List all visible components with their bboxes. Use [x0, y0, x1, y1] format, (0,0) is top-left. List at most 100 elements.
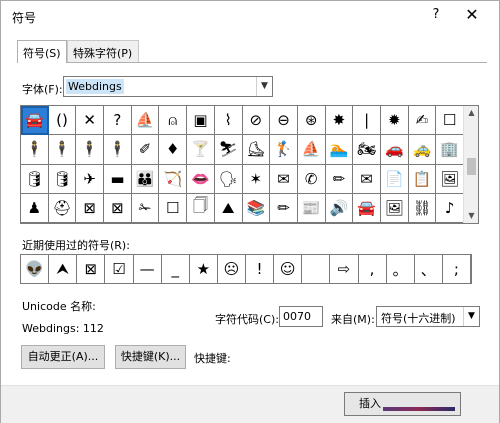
symbol-cell[interactable]: ⛑ — [48, 193, 77, 223]
symbol-cell[interactable]: 🏍 — [353, 135, 381, 165]
symbol-cell[interactable]: () — [48, 106, 77, 136]
scroll-down-icon[interactable]: ▼ — [464, 209, 479, 223]
font-select[interactable]: Webdings ▼ — [63, 76, 273, 97]
symbol-cell[interactable]: 🏹 — [159, 164, 188, 194]
close-button[interactable]: ✕ — [461, 5, 483, 25]
symbol-cell[interactable]: ✕ — [76, 106, 105, 136]
symbol-cell[interactable]: ▬ — [104, 164, 132, 194]
symbol-cell[interactable]: ♟ — [21, 193, 49, 223]
symbol-cell[interactable]: 📄 — [380, 164, 409, 194]
recent-symbol-cell[interactable]: ☹ — [218, 255, 246, 283]
chevron-down-icon[interactable]: ▼ — [256, 77, 272, 96]
symbol-cell[interactable]: ⊠ — [104, 193, 132, 223]
char-code-input[interactable]: 0070 — [279, 306, 323, 327]
recent-symbol-cell[interactable]: — — [134, 255, 162, 283]
symbol-cell[interactable]: ☐ — [159, 193, 188, 223]
recent-symbol-cell[interactable]: ⊠ — [77, 255, 106, 283]
symbol-cell[interactable]: 🗣 — [214, 164, 243, 194]
symbol-cell[interactable]: 👪 — [131, 164, 160, 194]
scroll-up-icon[interactable]: ▲ — [464, 106, 479, 120]
tab-symbols[interactable]: 符号(S) — [17, 40, 67, 63]
symbol-cell[interactable]: ⛵ — [297, 135, 326, 165]
symbol-cell[interactable]: ⛵ — [131, 106, 160, 136]
from-select[interactable]: 符号(十六进制) ▼ — [376, 306, 480, 327]
recent-symbol-cell[interactable] — [302, 255, 331, 283]
help-button[interactable]: ? — [427, 5, 445, 25]
symbol-cell[interactable]: ✶ — [242, 164, 271, 194]
symbol-cell[interactable]: ▣ — [187, 106, 215, 136]
symbol-cell[interactable]: 🚗 — [380, 135, 409, 165]
recent-symbol-cell[interactable]: ⇨ — [330, 255, 359, 283]
symbol-cell[interactable]: 🔊 — [325, 193, 354, 223]
insert-button-label: 插入 — [359, 397, 381, 410]
symbol-cell[interactable]: 🚘 — [21, 106, 49, 136]
recent-symbol-cell[interactable]: ☺ — [274, 255, 303, 283]
recent-symbol-cell[interactable]: ! — [246, 255, 275, 283]
symbol-cell[interactable]: ♦ — [159, 135, 188, 165]
symbol-cell[interactable]: ⊘ — [242, 106, 271, 136]
recent-symbol-cell[interactable]: ☑ — [105, 255, 134, 283]
symbol-cell[interactable]: 🚘 — [353, 193, 381, 223]
recent-symbol-cell[interactable]: , — [359, 255, 387, 283]
symbol-cell[interactable]: 📋 — [408, 164, 437, 194]
symbol-cell[interactable]: ⌇ — [214, 106, 243, 136]
symbol-cell[interactable]: 🗍 — [187, 193, 215, 223]
symbol-cell[interactable]: 🕴 — [21, 135, 49, 165]
symbol-cell[interactable]: ✈ — [76, 164, 105, 194]
symbol-cell[interactable]: 🏊 — [325, 135, 354, 165]
symbol-cell[interactable]: 🚕 — [408, 135, 437, 165]
symbol-cell[interactable]: ⊛ — [297, 106, 326, 136]
recent-symbol-cell[interactable]: 、 — [415, 255, 443, 283]
symbol-cell[interactable]: ⊠ — [76, 193, 105, 223]
symbol-cell[interactable]: ✐ — [131, 135, 160, 165]
symbol-cell[interactable]: ⍝ — [159, 106, 188, 136]
from-label: 来自(M): — [331, 313, 375, 326]
symbol-cell[interactable]: ✆ — [297, 164, 326, 194]
recent-symbol-cell[interactable]: ★ — [190, 255, 218, 283]
autocorrect-button[interactable]: 自动更正(A)... — [21, 345, 105, 369]
symbol-cell[interactable]: 🕴 — [104, 135, 132, 165]
symbol-cell[interactable]: 🛢 — [48, 164, 77, 194]
recent-symbol-cell[interactable]: 👽 — [21, 255, 50, 283]
recent-symbol-cell[interactable]: ⮝ — [49, 255, 78, 283]
symbol-cell[interactable]: 🖼 — [380, 193, 409, 223]
symbol-cell[interactable]: ⛰ — [214, 193, 243, 223]
symbol-cell[interactable]: ⛸ — [242, 135, 271, 165]
symbol-cell[interactable]: ⊖ — [270, 106, 298, 136]
recent-symbol-cell[interactable]: 。 — [387, 255, 415, 283]
shortcut-key-button[interactable]: 快捷键(K)... — [115, 345, 186, 369]
symbol-grid-scrollbar[interactable]: ▲ ▼ — [463, 106, 478, 223]
chevron-down-icon[interactable]: ▼ — [463, 307, 479, 326]
symbol-cell[interactable]: ✏ — [325, 164, 354, 194]
symbol-cell[interactable]: 🏢 — [436, 135, 464, 165]
symbol-cell[interactable]: 🏌 — [270, 135, 298, 165]
char-code-label: 字符代码(C): — [215, 313, 279, 326]
recent-symbol-cell[interactable]: _ — [162, 255, 190, 283]
symbol-cell[interactable]: ✁ — [131, 193, 160, 223]
symbol-cell[interactable]: ✍ — [408, 106, 437, 136]
symbol-cell[interactable]: 👄 — [187, 164, 215, 194]
symbol-cell[interactable]: 🛢 — [21, 164, 49, 194]
symbol-cell[interactable]: 🍸 — [187, 135, 215, 165]
recent-symbol-cell[interactable]: ; — [443, 255, 471, 283]
symbol-cell[interactable]: 🖼 — [436, 164, 464, 194]
symbol-cell[interactable]: ✉ — [353, 164, 381, 194]
symbol-cell[interactable]: | — [353, 106, 381, 136]
symbol-cell[interactable]: ♪ — [436, 193, 464, 223]
symbol-cell[interactable]: ⛷ — [214, 135, 243, 165]
symbol-cell[interactable]: ☐ — [436, 106, 464, 136]
recent-symbols-grid: 👽 ⮝ ⊠ ☑ — _ ★ ☹! ☺ ⇨,。、; — [20, 254, 472, 284]
symbol-cell[interactable]: 🕴 — [48, 135, 77, 165]
insert-button[interactable]: 插入 — [344, 392, 461, 416]
symbol-cell[interactable]: ✹ — [380, 106, 409, 136]
symbol-cell[interactable]: 📰 — [297, 193, 326, 223]
symbol-cell[interactable]: ✏ — [270, 193, 298, 223]
symbol-cell[interactable]: ⛓ — [408, 193, 437, 223]
symbol-cell[interactable]: 📚 — [242, 193, 271, 223]
symbol-cell[interactable]: ? — [104, 106, 132, 136]
symbol-cell[interactable]: ✸ — [325, 106, 354, 136]
scrollbar-thumb[interactable] — [467, 158, 476, 175]
symbol-cell[interactable]: 🕴 — [76, 135, 105, 165]
symbol-cell[interactable]: ✉ — [270, 164, 298, 194]
tab-special-characters[interactable]: 特殊字符(P) — [67, 40, 139, 62]
